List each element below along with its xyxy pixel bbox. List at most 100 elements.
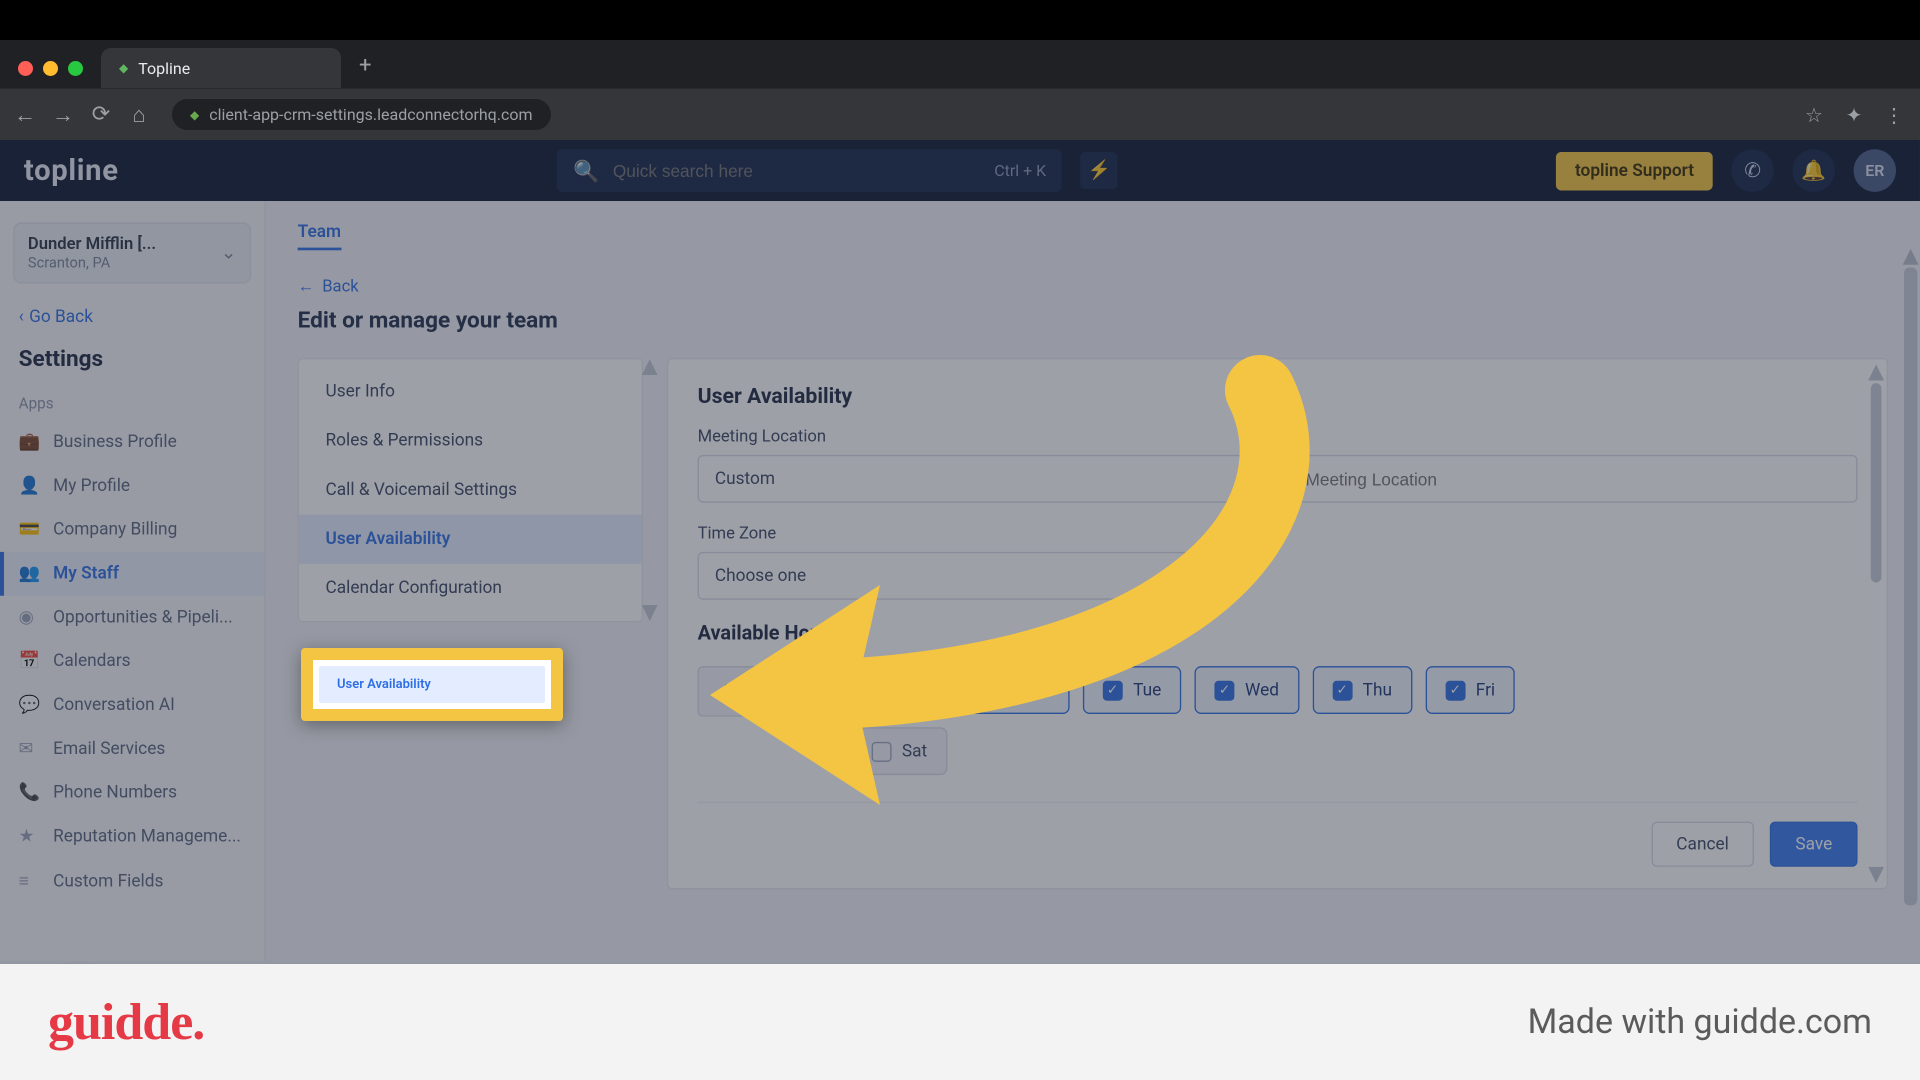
sidebar-item-custom-fields[interactable]: ≡Custom Fields — [0, 859, 264, 904]
checkbox-icon: ✓ — [1332, 680, 1352, 700]
sidebar-item-company-billing[interactable]: 💳Company Billing — [0, 508, 264, 552]
nav-back-icon[interactable]: ← — [14, 102, 36, 128]
subnav-user-info[interactable]: User Info — [299, 367, 642, 416]
star-icon: ★ — [19, 827, 40, 847]
scroll-up-icon[interactable] — [1903, 249, 1919, 265]
nav-forward-icon[interactable]: → — [52, 102, 74, 128]
card-icon: 💳 — [19, 520, 40, 540]
sidebar-item-reputation[interactable]: ★ Reputation Manageme... — [0, 815, 264, 859]
timezone-select[interactable]: Choose one ▾ — [698, 552, 1190, 600]
chevron-down-icon: ▾ — [1165, 567, 1172, 584]
sidebar-item-label: Business Profile — [53, 432, 177, 452]
nav-home-icon[interactable]: ⌂ — [128, 102, 150, 128]
settings-heading: Settings — [0, 346, 264, 386]
app-header: topline 🔍 Ctrl + K ⚡ topline Support ✆ 🔔… — [0, 140, 1920, 201]
sidebar-item-my-staff[interactable]: 👥 My Staff — [0, 552, 264, 596]
bell-icon[interactable]: 🔔 — [1792, 149, 1835, 192]
sidebar-item-calendars[interactable]: 📅 Calendars — [0, 640, 264, 684]
select-all-button[interactable]: Select All — [698, 666, 820, 716]
browser-tabstrip: ◆ Topline + — [0, 40, 1920, 88]
subnav-user-availability[interactable]: User Availability — [299, 515, 642, 564]
checkbox-icon: ✓ — [984, 680, 1004, 700]
day-toggle-fri[interactable]: ✓Fri — [1425, 666, 1515, 714]
window-controls — [8, 61, 93, 88]
save-button[interactable]: Save — [1770, 822, 1857, 867]
sidebar-item-label: Phone Numbers — [53, 783, 177, 803]
day-toggle-tue[interactable]: ✓Tue — [1083, 666, 1182, 714]
nav-reload-icon[interactable]: ⟳ — [90, 102, 112, 127]
day-toggle-wed[interactable]: ✓Wed — [1195, 666, 1299, 714]
page-scrollbar[interactable] — [1904, 268, 1917, 962]
panel-scrollbar[interactable] — [1871, 383, 1882, 582]
select-value: Choose one — [715, 566, 806, 586]
day-label: Sun — [902, 680, 931, 700]
sidebar-item-my-profile[interactable]: 👤My Profile — [0, 464, 264, 508]
day-toggle-mon[interactable]: ✓Mon — [964, 666, 1069, 714]
global-search[interactable]: 🔍 Ctrl + K — [557, 149, 1062, 192]
location-switcher[interactable]: Dunder Mifflin [... Scranton, PA ⌄ — [13, 222, 251, 283]
subnav-call-voicemail[interactable]: Call & Voicemail Settings — [299, 466, 642, 515]
tab-title: Topline — [138, 59, 190, 78]
checkbox-icon: ✓ — [1103, 680, 1123, 700]
day-toggle-thu[interactable]: ✓Thu — [1312, 666, 1412, 714]
scroll-up-icon[interactable] — [642, 359, 658, 375]
day-toggle-sat[interactable]: Sat — [851, 727, 947, 775]
checkbox-icon: ✓ — [1214, 680, 1234, 700]
sidebar-item-label: Custom Fields — [53, 871, 163, 891]
target-icon: ◉ — [19, 608, 40, 628]
sidebar-go-back[interactable]: ‹ Go Back — [0, 299, 264, 346]
scroll-down-icon[interactable] — [642, 605, 658, 621]
chevron-left-icon: ‹ — [19, 307, 24, 327]
location-name: Dunder Mifflin [... — [28, 234, 156, 254]
extensions-icon[interactable]: ✦ — [1842, 103, 1866, 127]
checkbox-icon — [871, 680, 891, 700]
phone-icon[interactable]: ✆ — [1731, 149, 1774, 192]
sidebar-item-label: My Staff — [53, 564, 119, 584]
day-label: Sat — [902, 741, 927, 761]
go-back-label: Go Back — [29, 307, 93, 327]
meeting-location-select[interactable]: Custom ▾ — [698, 455, 1267, 503]
bookmark-star-icon[interactable]: ☆ — [1802, 103, 1826, 127]
url-text: client-app-crm-settings.leadconnectorhq.… — [209, 105, 532, 124]
checkbox-icon — [871, 741, 891, 761]
minimize-window-icon[interactable] — [43, 61, 58, 76]
brand-logo[interactable]: topline — [24, 154, 119, 187]
calendar-icon: 📅 — [19, 652, 40, 672]
sidebar-item-label: Calendars — [53, 652, 130, 672]
avatar[interactable]: ER — [1854, 149, 1897, 192]
meeting-location-input[interactable] — [1288, 455, 1857, 503]
scroll-thumb[interactable] — [1904, 268, 1917, 906]
breadcrumb-team[interactable]: Team — [298, 222, 341, 250]
sidebar-item-label: Conversation AI — [53, 695, 175, 715]
support-button[interactable]: topline Support — [1556, 151, 1712, 190]
close-window-icon[interactable] — [18, 61, 33, 76]
user-icon: 👤 — [19, 476, 40, 496]
sidebar-item-label: Reputation Manageme... — [53, 827, 241, 847]
back-label: Back — [322, 277, 358, 297]
meeting-location-field[interactable] — [1305, 469, 1840, 489]
mail-icon: ✉ — [19, 739, 40, 759]
new-tab-button[interactable]: + — [349, 53, 381, 88]
tutorial-highlight: User Availability — [301, 648, 563, 721]
sidebar-item-phone-numbers[interactable]: 📞 Phone Numbers — [0, 771, 264, 815]
scroll-up-icon[interactable] — [1868, 365, 1884, 381]
scroll-down-icon[interactable] — [1868, 867, 1884, 883]
sidebar-item-opportunities[interactable]: ◉Opportunities & Pipeli... — [0, 596, 264, 640]
address-bar[interactable]: ◆ client-app-crm-settings.leadconnectorh… — [172, 99, 551, 130]
search-input[interactable] — [613, 161, 981, 181]
sidebar-item-business-profile[interactable]: 💼Business Profile — [0, 420, 264, 464]
day-toggle-sun[interactable]: Sun — [851, 666, 951, 714]
sidebar-item-email-services[interactable]: ✉Email Services — [0, 727, 264, 771]
browser-tab[interactable]: ◆ Topline — [101, 48, 341, 88]
phone-icon: 📞 — [19, 783, 40, 803]
back-link[interactable]: ← Back — [298, 277, 1888, 297]
browser-toolbar: ← → ⟳ ⌂ ◆ client-app-crm-settings.leadco… — [0, 88, 1920, 140]
cancel-button[interactable]: Cancel — [1651, 822, 1754, 867]
browser-menu-icon[interactable]: ⋮ — [1882, 103, 1906, 127]
subnav-calendar-config[interactable]: Calendar Configuration — [299, 564, 642, 613]
sidebar-item-conversation-ai[interactable]: 💬Conversation AI — [0, 683, 264, 727]
tab-favicon-icon: ◆ — [119, 61, 128, 75]
subnav-roles-permissions[interactable]: Roles & Permissions — [299, 416, 642, 465]
maximize-window-icon[interactable] — [68, 61, 83, 76]
bolt-icon[interactable]: ⚡ — [1081, 152, 1118, 189]
